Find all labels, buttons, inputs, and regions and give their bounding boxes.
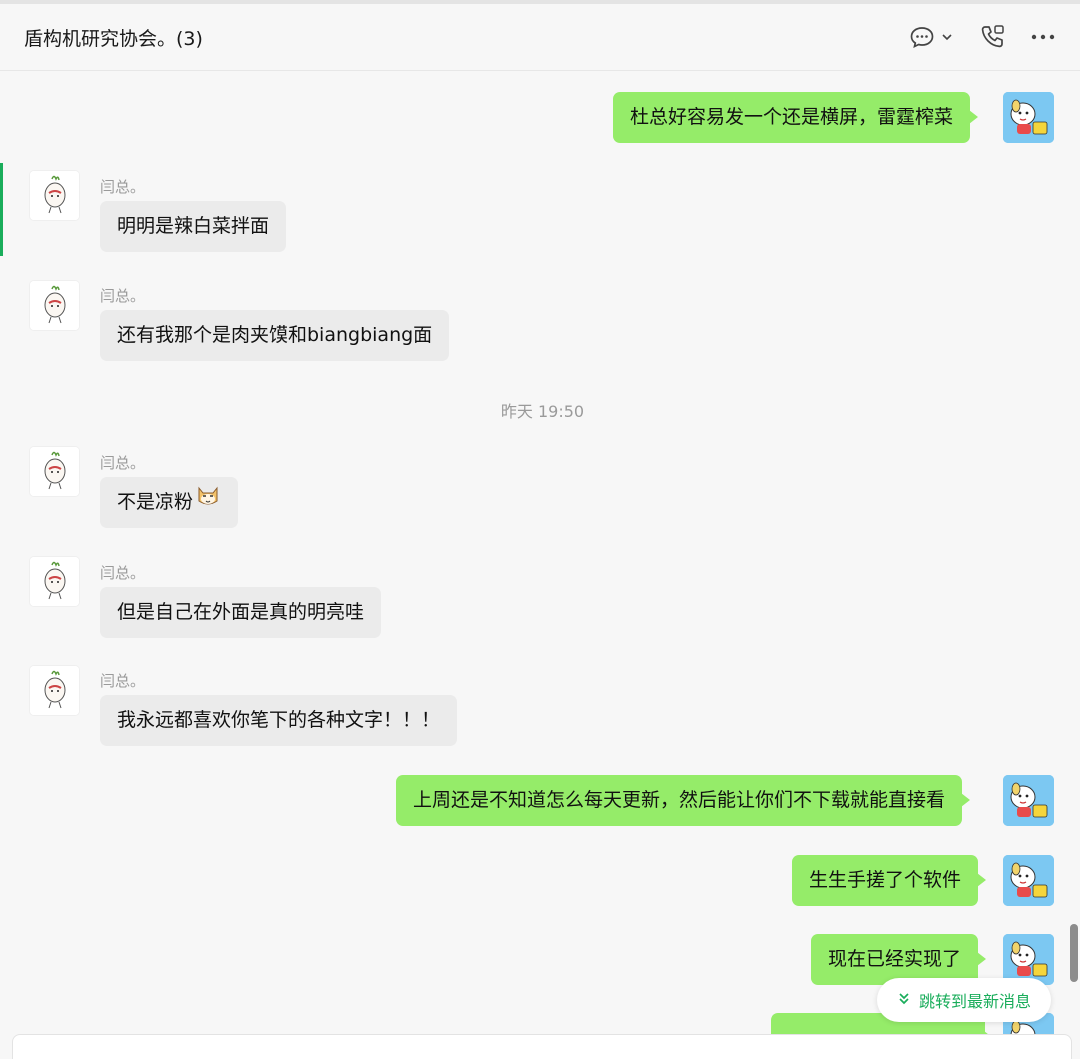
radish-avatar-icon [30, 281, 79, 330]
sender-name: 闫总。 [100, 178, 146, 196]
contact-avatar[interactable] [29, 170, 80, 221]
incoming-message-bubble[interactable]: 但是自己在外面是真的明亮哇 [100, 587, 382, 638]
incoming-message-bubble[interactable]: 明明是辣白菜拌面 [100, 201, 287, 252]
selection-indicator [0, 163, 3, 256]
incoming-message-bubble[interactable]: 我永远都喜欢你笔下的各种文字！！！ [100, 695, 458, 746]
outgoing-message-bubble[interactable]: 上周还是不知道怎么每天更新，然后能让你们不下载就能直接看 [396, 775, 971, 826]
sender-name: 闫总。 [100, 564, 146, 582]
chevron-down-icon [941, 32, 953, 42]
voice-call-button[interactable] [978, 22, 1006, 52]
radish-avatar-icon [30, 171, 79, 220]
chat-mode-button[interactable] [909, 22, 953, 52]
radish-avatar-icon [30, 447, 79, 496]
contact-avatar[interactable] [29, 446, 80, 497]
cartoon-dog-avatar-icon [1003, 92, 1054, 143]
phone-icon [978, 23, 1006, 51]
incoming-message-bubble[interactable]: 还有我那个是肉夹馍和biangbiang面 [100, 310, 450, 361]
contact-avatar[interactable] [29, 556, 80, 607]
chat-header: 盾构机研究协会。(3) [0, 4, 1080, 71]
jump-to-latest-label: 跳转到最新消息 [918, 992, 1031, 1011]
message-input-area[interactable] [12, 1034, 1072, 1059]
radish-avatar-icon [30, 557, 79, 606]
message-text: 不是凉粉 [117, 491, 194, 513]
sender-name: 闫总。 [100, 287, 146, 305]
contact-avatar[interactable] [29, 280, 80, 331]
more-icon [1031, 33, 1055, 41]
contact-avatar[interactable] [29, 665, 80, 716]
chat-title: 盾构机研究协会。(3) [24, 28, 203, 50]
radish-avatar-icon [30, 666, 79, 715]
double-chevron-down-icon [897, 991, 911, 1010]
self-avatar[interactable] [1003, 855, 1054, 906]
outgoing-message-bubble[interactable]: 杜总好容易发一个还是横屏，雷霆榨菜 [613, 92, 979, 143]
more-options-button[interactable] [1031, 22, 1055, 52]
sender-name: 闫总。 [100, 454, 146, 472]
chat-bubble-icon [909, 25, 935, 49]
jump-to-latest-button[interactable]: 跳转到最新消息 [877, 978, 1051, 1022]
incoming-message-bubble[interactable]: 不是凉粉 [100, 477, 239, 528]
self-avatar[interactable] [1003, 92, 1054, 143]
cat-face-icon [195, 477, 221, 528]
scrollbar-thumb[interactable] [1070, 924, 1078, 982]
self-avatar[interactable] [1003, 775, 1054, 826]
sender-name: 闫总。 [100, 672, 146, 690]
cartoon-dog-avatar-icon [1003, 775, 1054, 826]
cartoon-dog-avatar-icon [1003, 855, 1054, 906]
outgoing-message-bubble[interactable]: 生生手搓了个软件 [792, 855, 987, 906]
message-timestamp: 昨天 19:50 [500, 402, 585, 421]
